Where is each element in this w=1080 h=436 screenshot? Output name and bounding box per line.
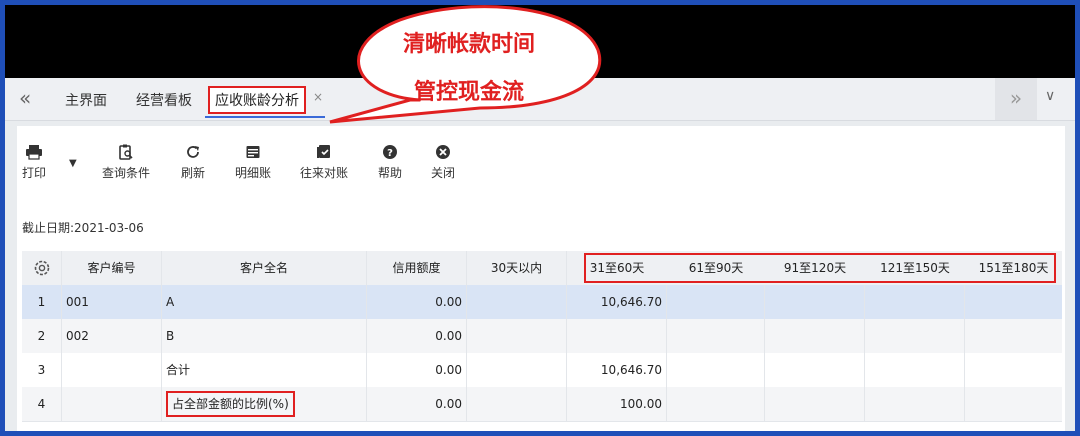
tab-main[interactable]: 主界面 (65, 90, 107, 110)
tab-dashboard[interactable]: 经营看板 (136, 90, 192, 110)
amount-31-60: 100.00 (567, 387, 667, 421)
column-settings-button[interactable] (22, 251, 62, 285)
cutoff-date: 截止日期:2021-03-06 (22, 221, 144, 235)
close-label: 关闭 (431, 166, 456, 180)
reconcile-icon (317, 145, 330, 158)
ratio-label-cell: 占全部金额的比例(%) (162, 387, 367, 421)
amount-91-120 (765, 319, 865, 353)
detail-label: 明细账 (235, 166, 272, 180)
customer-code (62, 387, 162, 421)
query-conditions-button[interactable]: 查询条件 (102, 144, 150, 181)
amount-151-180 (965, 285, 1062, 319)
tab-scroll-left-button[interactable]: « (19, 86, 31, 110)
amount-31-60 (567, 319, 667, 353)
detail-ledger-button[interactable]: 明细账 (235, 144, 271, 181)
callout-line-2: 管控现金流 (413, 80, 524, 105)
help-button[interactable]: ? 帮助 (378, 144, 402, 181)
amount-121-150 (865, 387, 965, 421)
amount-61-90 (667, 285, 765, 319)
amount-91-120 (765, 353, 865, 387)
credit-limit: 0.00 (367, 285, 467, 319)
print-label: 打印 (22, 166, 47, 180)
ratio-label: 占全部金额的比例(%) (166, 391, 295, 417)
close-icon (436, 145, 450, 159)
amount-within-30 (467, 319, 567, 353)
row-number: 4 (22, 387, 62, 421)
customer-name: A (162, 285, 367, 319)
header-within-30-days[interactable]: 30天以内 (467, 251, 567, 285)
tab-close-icon[interactable]: × (313, 90, 323, 104)
table-row-ratio[interactable]: 4 占全部金额的比例(%) 0.00 100.00 (22, 387, 1062, 422)
header-customer-name[interactable]: 客户全名 (162, 251, 367, 285)
customer-name: B (162, 319, 367, 353)
amount-61-90 (667, 319, 765, 353)
amount-91-120 (765, 387, 865, 421)
table-row[interactable]: 1 001 A 0.00 10,646.70 (22, 285, 1062, 320)
amount-91-120 (765, 285, 865, 319)
refresh-label: 刷新 (181, 166, 206, 180)
refresh-button[interactable]: 刷新 (181, 144, 205, 181)
tab-scroll-right-button[interactable]: » (995, 78, 1037, 120)
credit-limit: 0.00 (367, 353, 467, 387)
row-number: 3 (22, 353, 62, 387)
header-customer-code[interactable]: 客户编号 (62, 251, 162, 285)
amount-within-30 (467, 387, 567, 421)
callout-line-1: 清晰帐款时间 (402, 32, 535, 57)
amount-61-90 (667, 387, 765, 421)
amount-121-150 (865, 319, 965, 353)
tab-receivable-aging[interactable]: 应收账龄分析 (208, 86, 306, 114)
amount-within-30 (467, 353, 567, 387)
close-button[interactable]: 关闭 (431, 144, 455, 181)
amount-151-180 (965, 353, 1062, 387)
gear-icon (34, 260, 49, 276)
amount-31-60: 10,646.70 (567, 285, 667, 319)
amount-within-30 (467, 285, 567, 319)
credit-limit: 0.00 (367, 387, 467, 421)
recon-label: 往来对账 (300, 166, 349, 180)
printer-icon (26, 145, 42, 160)
row-number: 2 (22, 319, 62, 353)
row-number: 1 (22, 285, 62, 319)
ledger-icon (246, 146, 260, 158)
table-row[interactable]: 2 002 B 0.00 (22, 319, 1062, 354)
amount-61-90 (667, 353, 765, 387)
report-panel: 打印 ▼ 查询条件 刷新 明细账 往来对账 ? 帮助 关闭 截止日期:2021-… (17, 126, 1065, 431)
credit-limit: 0.00 (367, 319, 467, 353)
customer-code (62, 353, 162, 387)
refresh-icon (187, 146, 199, 158)
table-row-total[interactable]: 3 合计 0.00 10,646.70 (22, 353, 1062, 388)
help-icon: ? (383, 145, 397, 159)
amount-121-150 (865, 285, 965, 319)
customer-code: 001 (62, 285, 162, 319)
total-label: 合计 (162, 353, 367, 387)
clipboard-search-icon (119, 144, 133, 160)
customer-code: 002 (62, 319, 162, 353)
header-credit-limit[interactable]: 信用额度 (367, 251, 467, 285)
table-header-row: 客户编号 客户全名 信用额度 30天以内 31至60天 61至90天 91至12… (22, 251, 1062, 286)
amount-151-180 (965, 387, 1062, 421)
aging-columns-highlight (584, 253, 1056, 283)
active-tab-underline (205, 116, 325, 118)
amount-121-150 (865, 353, 965, 387)
help-label: 帮助 (378, 166, 403, 180)
query-label: 查询条件 (102, 166, 151, 180)
reconciliation-button[interactable]: 往来对账 (300, 144, 348, 181)
print-button[interactable]: 打印 (22, 144, 46, 181)
tab-list-dropdown-icon[interactable]: ∨ (1045, 88, 1055, 104)
app-window: « 主界面 经营看板 应收账龄分析 × » ∨ 打印 ▼ 查询条件 刷新 明细账… (5, 78, 1075, 431)
print-dropdown-icon[interactable]: ▼ (69, 158, 77, 169)
amount-151-180 (965, 319, 1062, 353)
amount-31-60: 10,646.70 (567, 353, 667, 387)
svg-text:?: ? (387, 148, 393, 159)
